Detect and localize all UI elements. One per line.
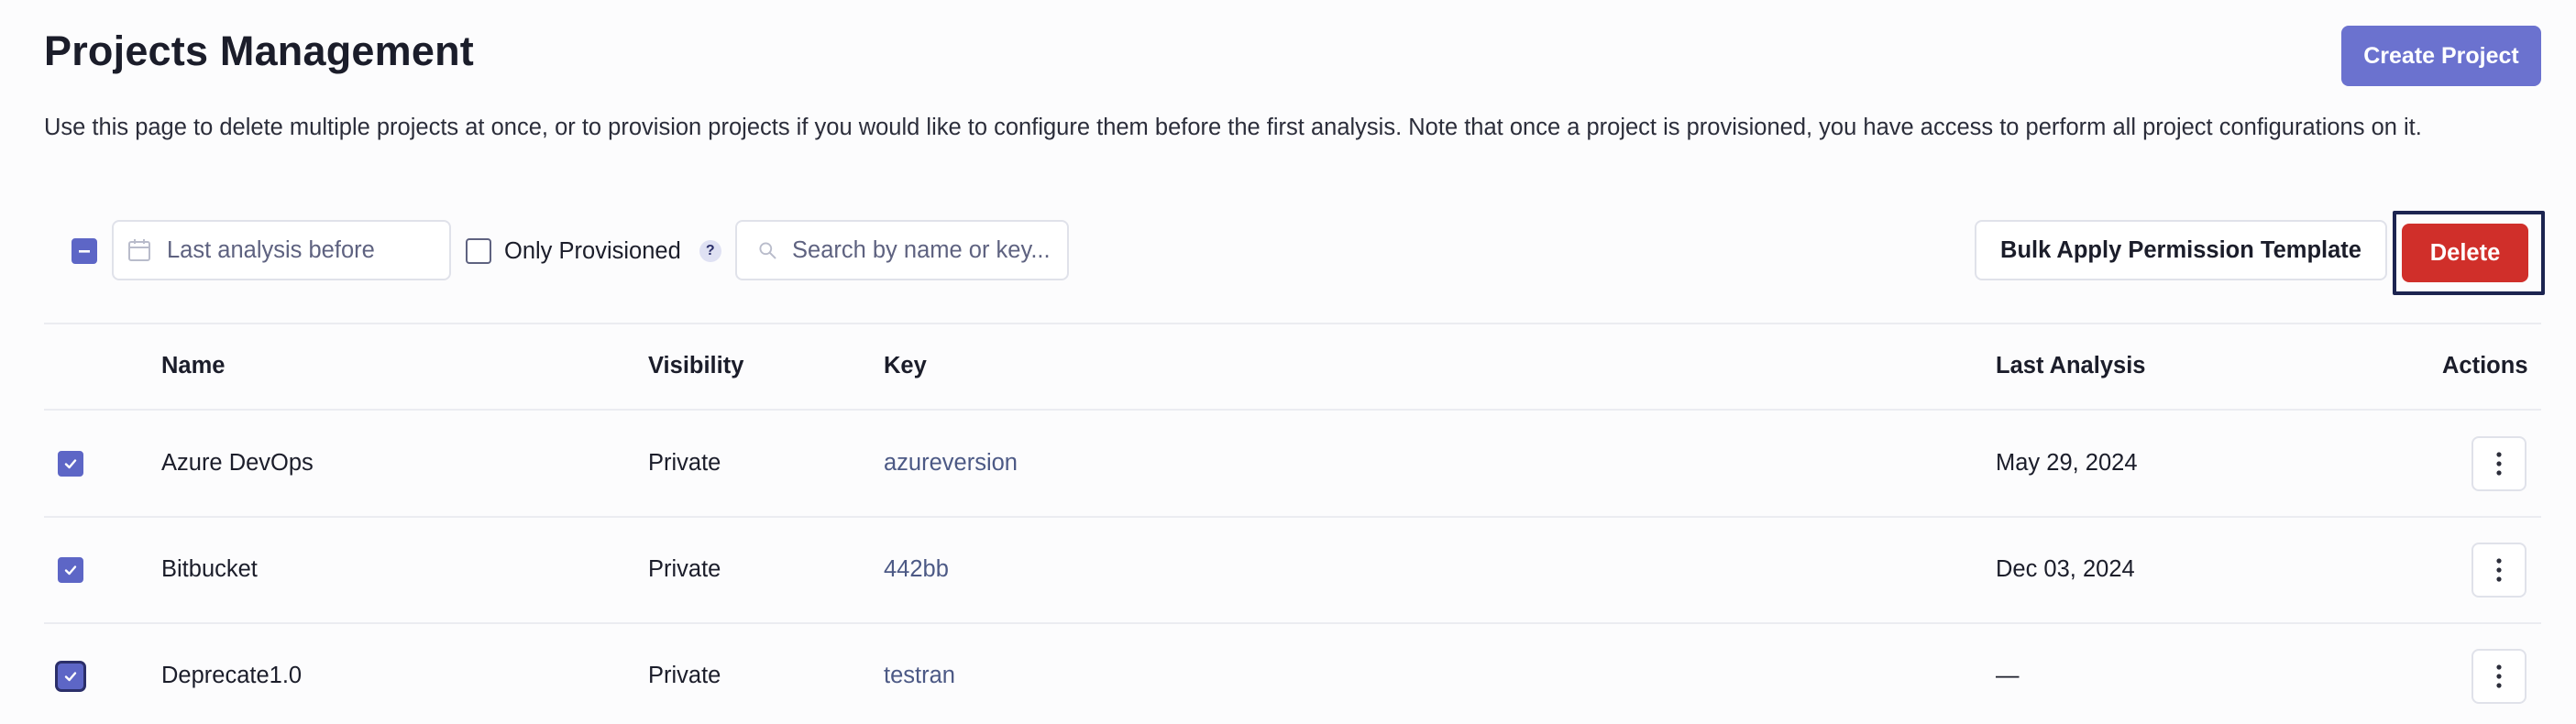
project-name: Bitbucket	[161, 556, 258, 582]
only-provisioned-filter: Only Provisioned ?	[466, 236, 721, 266]
project-visibility: Private	[648, 556, 721, 582]
search-box[interactable]	[735, 220, 1069, 280]
checkmark-icon	[64, 672, 77, 682]
project-name: Deprecate1.0	[161, 663, 303, 688]
delete-button[interactable]: Delete	[2402, 224, 2528, 282]
more-vertical-icon	[2496, 664, 2502, 688]
page-title: Projects Management	[44, 27, 474, 74]
only-provisioned-label: Only Provisioned	[504, 237, 681, 264]
project-visibility: Private	[648, 663, 721, 688]
project-key: 442bb	[884, 556, 949, 582]
row-checkbox[interactable]	[58, 664, 83, 689]
project-key: testran	[884, 663, 955, 688]
row-actions-button[interactable]	[2471, 436, 2526, 491]
select-all-checkbox[interactable]	[72, 238, 97, 264]
checkmark-icon	[64, 565, 77, 576]
projects-management-page: Projects Management Create Project Use t…	[0, 0, 2576, 724]
column-header-key: Key	[884, 353, 927, 378]
project-name: Azure DevOps	[161, 450, 314, 476]
project-last-analysis: Dec 03, 2024	[1996, 556, 2135, 582]
column-header-last-analysis[interactable]: Last Analysis	[1996, 353, 2145, 379]
column-header-actions: Actions	[2442, 353, 2528, 378]
project-key: azureversion	[884, 450, 1018, 476]
search-icon	[759, 242, 776, 259]
calendar-icon	[128, 239, 150, 261]
search-input[interactable]	[792, 236, 1067, 264]
row-divider	[44, 516, 2541, 518]
table-top-divider	[44, 323, 2541, 324]
column-header-name[interactable]: Name	[161, 353, 225, 379]
only-provisioned-checkbox[interactable]	[466, 238, 491, 264]
more-vertical-icon	[2496, 452, 2502, 476]
table-header-divider	[44, 409, 2541, 411]
minus-icon	[79, 250, 90, 253]
bulk-toolbar: Only Provisioned ? Bulk Apply Permission…	[0, 211, 2576, 295]
page-description: Use this page to delete multiple project…	[44, 115, 2422, 140]
last-analysis-date-input[interactable]	[112, 220, 451, 280]
checkmark-icon	[64, 459, 77, 469]
row-checkbox[interactable]	[58, 557, 83, 583]
project-last-analysis: May 29, 2024	[1996, 450, 2138, 476]
help-icon[interactable]: ?	[699, 240, 721, 262]
row-actions-button[interactable]	[2471, 649, 2526, 704]
more-vertical-icon	[2496, 558, 2502, 582]
create-project-button[interactable]: Create Project	[2341, 26, 2541, 86]
bulk-apply-permission-template-button[interactable]: Bulk Apply Permission Template	[1975, 220, 2387, 280]
column-header-visibility: Visibility	[648, 353, 744, 378]
row-actions-button[interactable]	[2471, 543, 2526, 598]
row-divider	[44, 622, 2541, 624]
project-last-analysis: —	[1996, 663, 2020, 688]
project-visibility: Private	[648, 450, 721, 476]
row-checkbox[interactable]	[58, 451, 83, 477]
date-field[interactable]	[167, 236, 405, 264]
